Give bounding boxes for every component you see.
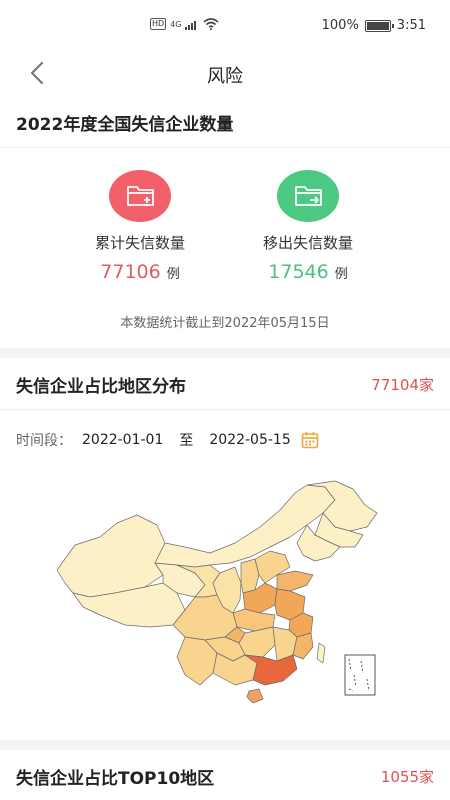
hd-badge: HD xyxy=(150,18,167,30)
distribution-count: 77104家 xyxy=(371,376,434,394)
status-bar: HD 4G 100% 3:51 xyxy=(0,0,450,50)
summary-stats: 累计失信数量 77106 例 移出失信数量 17546 例 本数据统计截止到2022… xyxy=(0,148,450,348)
map-region xyxy=(316,642,326,664)
cumulative-value: 77106 xyxy=(100,261,161,283)
stat-cumulative[interactable]: 累计失信数量 77106 例 xyxy=(70,170,210,283)
signal-icon xyxy=(185,20,197,30)
distribution-header: 失信企业占比地区分布 77104家 xyxy=(0,358,450,410)
removed-label: 移出失信数量 xyxy=(262,234,353,252)
cumulative-unit: 例 xyxy=(166,267,180,282)
end-date[interactable]: 2022-05-15 xyxy=(209,432,290,448)
summary-header: 2022年度全国失信企业数量 xyxy=(0,96,450,148)
cumulative-label: 累计失信数量 xyxy=(94,234,185,252)
summary-title: 2022年度全国失信企业数量 xyxy=(16,115,234,135)
top10-header: 失信企业占比TOP10地区 1055家 xyxy=(0,750,450,800)
nav-bar: 风险 xyxy=(0,50,450,96)
section-divider-2 xyxy=(0,740,450,750)
top10-title: 失信企业占比TOP10地区 xyxy=(16,769,215,789)
map-region xyxy=(56,514,166,598)
removed-value-row: 17546 例 xyxy=(238,261,378,283)
status-icons: HD 4G xyxy=(150,18,220,30)
date-range-label: 时间段： xyxy=(16,433,72,449)
start-date[interactable]: 2022-01-01 xyxy=(82,432,163,448)
network-label: 4G xyxy=(170,19,182,29)
china-risk-map xyxy=(56,480,378,704)
battery-percent: 100% xyxy=(321,18,359,33)
page-title: 风险 xyxy=(207,66,243,87)
folder-add-icon xyxy=(109,170,171,222)
map-region xyxy=(276,570,314,592)
stat-removed[interactable]: 移出失信数量 17546 例 xyxy=(238,170,378,283)
date-separator: 至 xyxy=(179,433,194,449)
removed-value: 17546 xyxy=(268,261,329,283)
data-cutoff-note: 本数据统计截止到2022年05月15日 xyxy=(120,316,330,331)
distribution-title: 失信企业占比地区分布 xyxy=(16,377,186,397)
map-region xyxy=(246,688,264,704)
calendar-icon[interactable] xyxy=(301,431,319,449)
battery-icon xyxy=(364,19,394,32)
wifi-icon xyxy=(203,18,220,30)
removed-unit: 例 xyxy=(334,267,348,282)
section-divider xyxy=(0,348,450,358)
top10-count: 1055家 xyxy=(380,768,434,786)
south-china-sea-inset xyxy=(344,654,376,696)
status-right: 100% 3:51 xyxy=(322,18,426,33)
folder-export-icon xyxy=(277,170,339,222)
clock: 3:51 xyxy=(396,18,426,33)
cumulative-value-row: 77106 例 xyxy=(70,261,210,283)
date-range-row: 时间段： 2022-01-01 至 2022-05-15 xyxy=(16,430,319,450)
map-region xyxy=(238,626,276,658)
